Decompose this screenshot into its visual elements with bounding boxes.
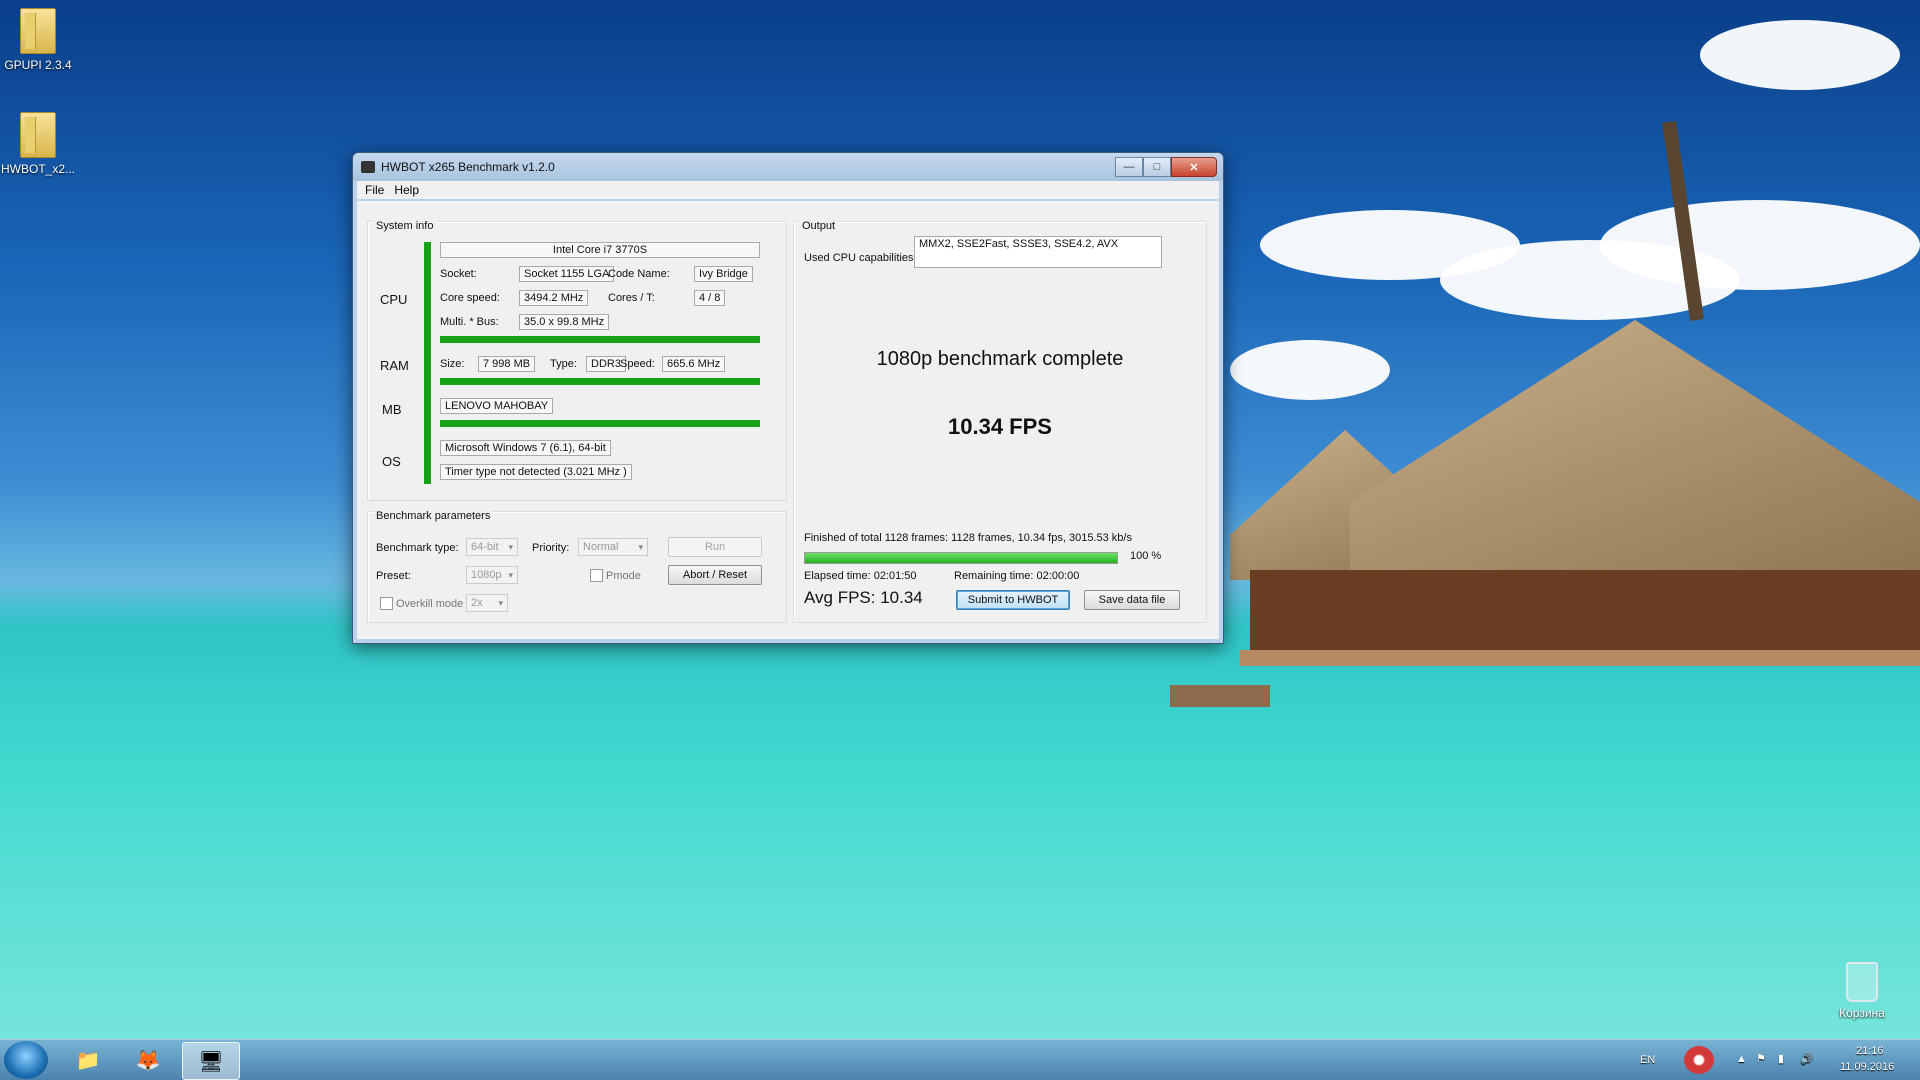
menu-help[interactable]: Help xyxy=(394,183,419,197)
os-divider xyxy=(440,420,760,427)
multi-label: Multi. * Bus: xyxy=(440,316,499,328)
overkill-label: Overkill mode xyxy=(396,598,464,610)
codename-value: Ivy Bridge xyxy=(694,266,753,282)
cores-value: 4 / 8 xyxy=(694,290,726,306)
system-info-title: System info xyxy=(374,220,436,232)
socket-value: Socket 1155 LGA xyxy=(519,266,615,282)
remaining-time: Remaining time: 02:00:00 xyxy=(954,570,1080,582)
preset-label: Preset: xyxy=(376,570,411,582)
cpu-name: Intel Core i7 3770S xyxy=(440,242,760,258)
output-title: Output xyxy=(800,220,838,232)
app-icon xyxy=(361,161,375,173)
folder-icon xyxy=(20,112,56,158)
progress-label: 100 % xyxy=(1130,550,1162,562)
mb-side-label: MB xyxy=(382,402,402,417)
clock-date[interactable]: 11.09.2016 xyxy=(1840,1061,1894,1073)
desktop-icon-label: GPUPI 2.3.4 xyxy=(4,58,72,72)
tray-arrow-icon[interactable]: ▲ xyxy=(1736,1053,1747,1065)
explorer-taskbar-icon[interactable]: 📁 xyxy=(60,1042,116,1078)
ram-size-label: Size: xyxy=(440,358,465,370)
minimize-button[interactable]: — xyxy=(1115,157,1143,177)
preset-select[interactable]: 1080p xyxy=(466,566,518,584)
elapsed-time: Elapsed time: 02:01:50 xyxy=(804,570,917,582)
core-speed-label: Core speed: xyxy=(440,292,500,304)
desktop-icon-label: HWBOT_x2... xyxy=(0,162,75,176)
cpu-section-bar xyxy=(424,242,431,484)
tray-app-icon[interactable] xyxy=(1684,1046,1714,1074)
menu-file[interactable]: File xyxy=(365,183,384,197)
save-data-button[interactable]: Save data file xyxy=(1084,590,1180,610)
cpu-caps-label: Used CPU capabilities: xyxy=(804,252,917,264)
folder-icon xyxy=(20,8,56,54)
pmode-checkbox[interactable] xyxy=(590,569,603,582)
priority-select[interactable]: Normal xyxy=(578,538,648,556)
socket-label: Socket: xyxy=(440,268,477,280)
network-icon[interactable]: ▮ xyxy=(1778,1052,1784,1065)
abort-reset-button[interactable]: Abort / Reset xyxy=(668,565,762,585)
system-info-group: System info CPU RAM MB OS Intel Core i7 … xyxy=(367,220,787,501)
maximize-button[interactable]: □ xyxy=(1143,157,1171,177)
timer-value: Timer type not detected (3.021 MHz ) xyxy=(440,464,632,480)
benchmark-type-label: Benchmark type: xyxy=(376,542,459,554)
cores-label: Cores / T: xyxy=(608,292,655,304)
core-speed-value: 3494.2 MHz xyxy=(519,290,589,306)
ram-divider xyxy=(440,336,760,343)
submit-hwbot-button[interactable]: Submit to HWBOT xyxy=(956,590,1070,610)
firefox-taskbar-icon[interactable]: 🦊 xyxy=(120,1042,176,1078)
overkill-checkbox[interactable] xyxy=(380,597,393,610)
recycle-bin-icon xyxy=(1846,962,1878,1002)
window-titlebar[interactable]: HWBOT x265 Benchmark v1.2.0 — □ ✕ xyxy=(353,153,1223,181)
benchmark-params-group: Benchmark parameters Benchmark type: 64-… xyxy=(367,510,787,623)
cpu-side-label: CPU xyxy=(380,292,408,307)
mb-value: LENOVO MAHOBAY xyxy=(440,398,554,414)
language-indicator[interactable]: EN xyxy=(1640,1054,1655,1066)
ram-type-label: Type: xyxy=(550,358,577,370)
os-side-label: OS xyxy=(382,454,401,469)
benchmark-params-title: Benchmark parameters xyxy=(374,510,493,522)
window-client: System info CPU RAM MB OS Intel Core i7 … xyxy=(357,201,1219,639)
benchmark-window: HWBOT x265 Benchmark v1.2.0 — □ ✕ File H… xyxy=(352,152,1224,644)
run-button[interactable]: Run xyxy=(668,537,762,557)
cpu-caps-value: MMX2, SSE2Fast, SSSE3, SSE4.2, AVX xyxy=(914,236,1162,268)
output-group: Output Used CPU capabilities: MMX2, SSE2… xyxy=(793,220,1207,623)
recycle-bin[interactable]: Корзина xyxy=(1822,962,1902,1020)
volume-icon[interactable]: 🔊 xyxy=(1800,1052,1814,1065)
os-value: Microsoft Windows 7 (6.1), 64-bit xyxy=(440,440,611,456)
benchmark-progress xyxy=(804,552,1118,564)
frames-summary: Finished of total 1128 frames: 1128 fram… xyxy=(804,532,1132,544)
benchmark-status: 1080p benchmark complete xyxy=(876,348,1124,370)
fps-result: 10.34 FPS xyxy=(948,414,1052,439)
pmode-label: Pmode xyxy=(606,570,641,582)
window-title: HWBOT x265 Benchmark v1.2.0 xyxy=(381,160,555,174)
benchmark-type-select[interactable]: 64-bit xyxy=(466,538,518,556)
menu-bar: File Help xyxy=(357,181,1219,199)
ram-side-label: RAM xyxy=(380,358,409,373)
avg-fps: Avg FPS: 10.34 xyxy=(804,588,923,607)
taskbar: 📁 🦊 🖥 EN ▲ ⚑ ▮ 🔊 21:16 11.09.2016 xyxy=(0,1039,1920,1080)
ram-speed-label: Speed: xyxy=(620,358,655,370)
close-button[interactable]: ✕ xyxy=(1171,157,1217,177)
hwbot-taskbar-icon[interactable]: 🖥 xyxy=(182,1042,240,1080)
desktop-icon-gpupi[interactable]: GPUPI 2.3.4 xyxy=(0,8,78,72)
codename-label: Code Name: xyxy=(608,268,670,280)
ram-speed-value: 665.6 MHz xyxy=(662,356,726,372)
overkill-select[interactable]: 2x xyxy=(466,594,508,612)
ram-size-value: 7 998 MB xyxy=(478,356,536,372)
multi-value: 35.0 x 99.8 MHz xyxy=(519,314,610,330)
start-button[interactable] xyxy=(4,1041,48,1079)
desktop-icon-hwbot[interactable]: HWBOT_x2... xyxy=(0,112,78,176)
mb-divider xyxy=(440,378,760,385)
progress-fill xyxy=(805,553,1117,563)
priority-label: Priority: xyxy=(532,542,570,554)
clock-time[interactable]: 21:16 xyxy=(1856,1045,1884,1057)
flag-icon[interactable]: ⚑ xyxy=(1756,1052,1766,1065)
recycle-bin-label: Корзина xyxy=(1839,1006,1885,1020)
